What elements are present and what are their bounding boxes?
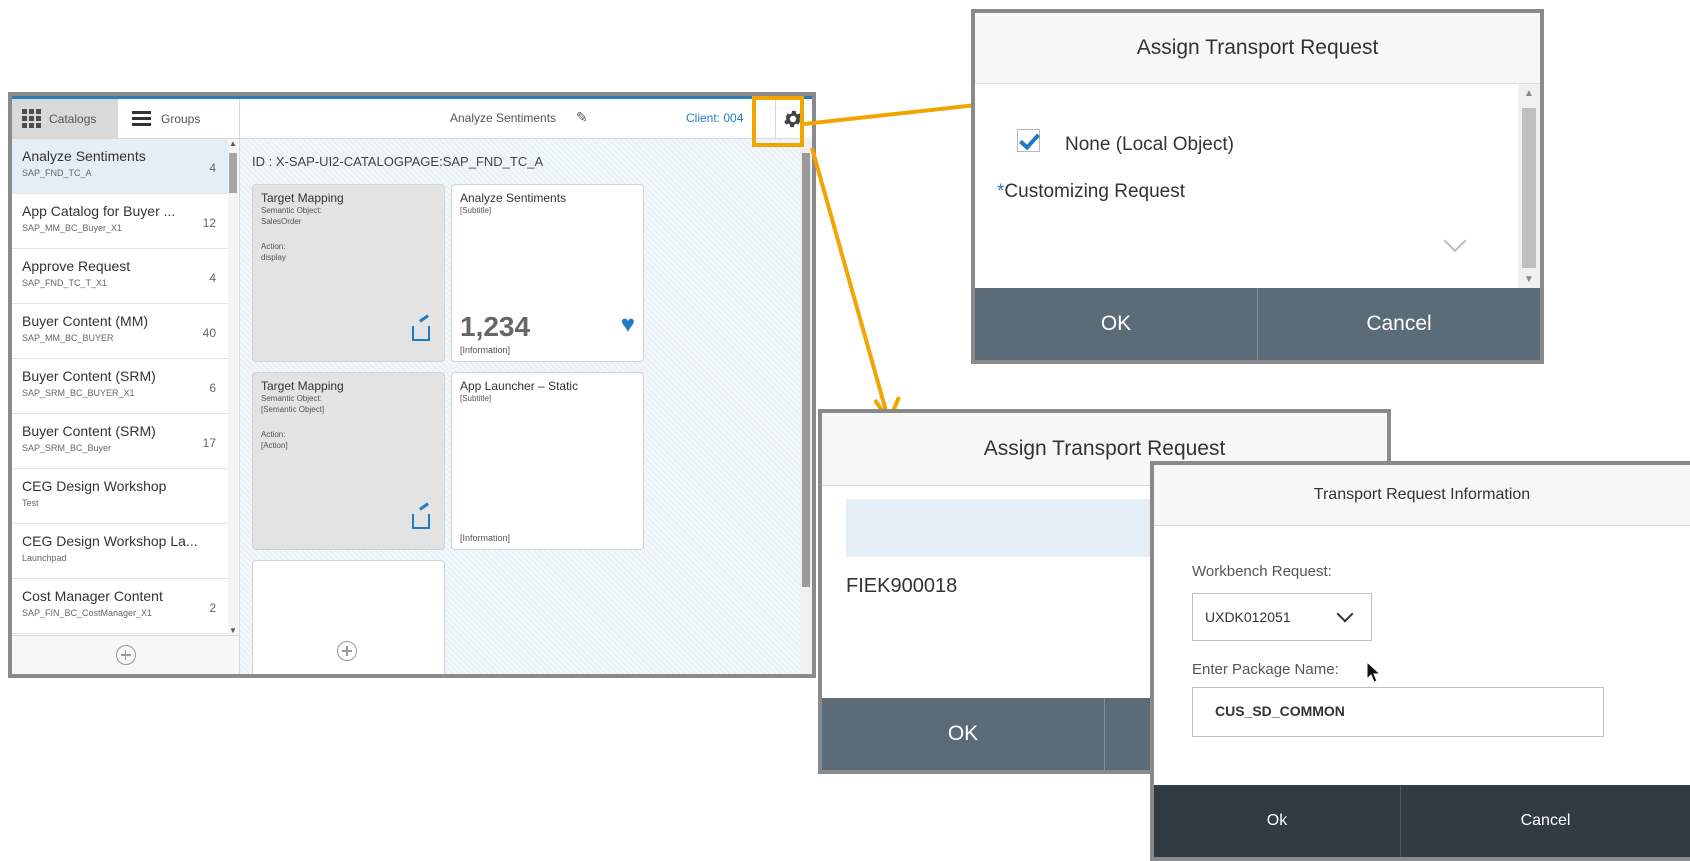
scroll-down-icon[interactable]: ▼ <box>1524 274 1534 285</box>
package-name-input[interactable]: CUS_SD_COMMON <box>1192 687 1604 737</box>
dialog-footer: OK Cancel <box>975 288 1540 360</box>
arrow-to-dialog2 <box>810 147 890 419</box>
package-name-label: Enter Package Name: <box>1192 661 1339 678</box>
dialog-title: Assign Transport Request <box>975 13 1540 84</box>
chevron-down-icon <box>1336 605 1354 623</box>
assign-transport-dialog: Assign Transport Request None (Local Obj… <box>971 9 1544 364</box>
ok-button[interactable]: OK <box>822 698 1104 770</box>
ok-button[interactable]: OK <box>975 288 1257 360</box>
ok-button[interactable]: Ok <box>1154 785 1400 857</box>
none-local-checkbox[interactable] <box>1017 129 1040 152</box>
transport-request-info-dialog: Transport Request Information Workbench … <box>1150 461 1690 861</box>
none-local-label: None (Local Object) <box>1065 134 1234 155</box>
transport-request-item[interactable]: FIEK900018 <box>846 575 957 598</box>
dialog-scrollbar[interactable]: ▲ ▼ <box>1518 84 1540 289</box>
cancel-button[interactable]: Cancel <box>1400 785 1690 857</box>
workbench-request-value: UXDK012051 <box>1205 609 1291 625</box>
customizing-request-label: *Customizing Request <box>997 181 1185 203</box>
mouse-pointer-icon <box>1366 661 1382 683</box>
dialog-title: Transport Request Information <box>1154 465 1690 526</box>
workbench-request-label: Workbench Request: <box>1192 563 1332 580</box>
chevron-down-icon[interactable] <box>1443 229 1467 253</box>
dialog-footer: Ok Cancel <box>1154 785 1690 857</box>
workbench-request-select[interactable]: UXDK012051 <box>1192 593 1372 641</box>
scroll-up-icon[interactable]: ▲ <box>1524 88 1534 99</box>
customizing-request-text: Customizing Request <box>1004 181 1185 202</box>
cancel-button[interactable]: Cancel <box>1257 288 1540 360</box>
scroll-thumb[interactable] <box>1522 108 1536 268</box>
